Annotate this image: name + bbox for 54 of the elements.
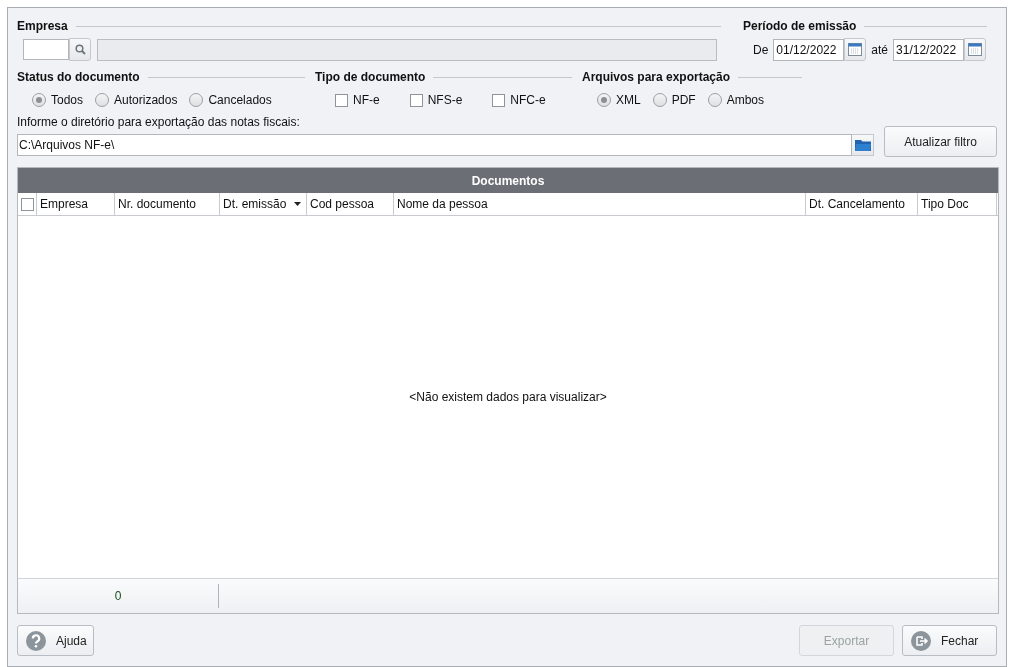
option-label: NF-e bbox=[353, 93, 380, 107]
select-all-checkbox[interactable] bbox=[20, 197, 34, 211]
option-label: Todos bbox=[51, 93, 84, 107]
checkbox[interactable] bbox=[409, 93, 423, 107]
record-count: 0 bbox=[114, 589, 122, 603]
column-header[interactable]: Cod pessoa bbox=[307, 193, 394, 215]
folder-button[interactable] bbox=[852, 133, 874, 156]
section-title: Tipo de documento bbox=[315, 70, 426, 84]
help-button[interactable]: Ajuda bbox=[17, 625, 94, 656]
calendar-button[interactable] bbox=[964, 38, 987, 61]
section-title: Status do documento bbox=[17, 70, 140, 84]
search-icon bbox=[74, 44, 86, 55]
column-header[interactable]: Dt. emissão bbox=[220, 193, 307, 215]
calendar-icon bbox=[968, 43, 983, 56]
radio-button[interactable] bbox=[189, 93, 204, 107]
radio-button[interactable] bbox=[707, 93, 722, 107]
option-label: PDF bbox=[671, 93, 696, 107]
date-to-label: até bbox=[871, 43, 889, 57]
folder-icon bbox=[854, 138, 871, 151]
empty-message: <Não existem dados para visualizar> bbox=[409, 390, 607, 404]
radio-button[interactable] bbox=[32, 93, 46, 107]
close-button[interactable]: Fechar bbox=[902, 625, 997, 656]
directory-label: Informe o diretório para exportação das notas fiscais: bbox=[17, 115, 301, 129]
exit-icon bbox=[911, 630, 931, 651]
date-field[interactable]: 01/12/2022 bbox=[773, 39, 845, 61]
section-title: Arquivos para exportação bbox=[582, 70, 731, 84]
radio-button[interactable] bbox=[95, 93, 110, 107]
option-label: Cancelados bbox=[208, 93, 272, 107]
checkbox[interactable] bbox=[335, 93, 348, 107]
checkbox[interactable] bbox=[492, 93, 506, 107]
column-header[interactable]: Dt. Cancelamento bbox=[806, 193, 918, 215]
radio-button[interactable] bbox=[597, 93, 611, 107]
code-field[interactable] bbox=[23, 39, 69, 60]
section-title: Período de emissão bbox=[743, 19, 857, 33]
calendar-button[interactable] bbox=[844, 38, 867, 61]
help-icon bbox=[26, 630, 46, 651]
option-label: NFS-e bbox=[427, 93, 463, 107]
search-button[interactable] bbox=[69, 38, 91, 61]
option-label: XML bbox=[616, 93, 641, 107]
column-header[interactable]: Nome da pessoa bbox=[394, 193, 806, 215]
section-title: Empresa bbox=[17, 19, 68, 33]
column-header[interactable]: Tipo Doc bbox=[918, 193, 997, 215]
calendar-icon bbox=[848, 43, 863, 56]
option-label: Autorizados bbox=[114, 93, 178, 107]
column-header[interactable]: Nr. documento bbox=[115, 193, 220, 215]
column-header[interactable]: Empresa bbox=[37, 193, 115, 215]
date-field[interactable]: 31/12/2022 bbox=[893, 39, 965, 61]
directory-field[interactable]: C:\Arquivos NF-e\ bbox=[17, 133, 852, 156]
option-label: NFC-e bbox=[510, 93, 546, 107]
radio-button[interactable] bbox=[652, 93, 667, 107]
update-filter-button[interactable]: Atualizar filtro bbox=[884, 126, 997, 157]
date-from-label: De bbox=[753, 43, 769, 57]
grid-title: Documentos bbox=[471, 173, 545, 188]
option-label: Ambos bbox=[726, 93, 765, 107]
